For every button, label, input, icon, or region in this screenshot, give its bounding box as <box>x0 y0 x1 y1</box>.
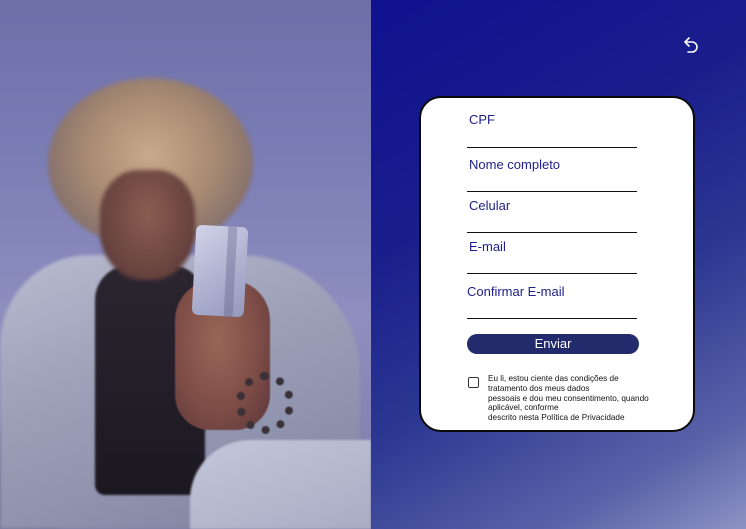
email-underline <box>467 273 637 274</box>
cpf-label: CPF <box>469 112 495 127</box>
confirm-email-label: Confirmar E-mail <box>467 284 565 299</box>
full-name-underline <box>467 191 637 192</box>
consent-line: aplicável, conforme <box>488 403 559 413</box>
confirm-email-field: Confirmar E-mail <box>467 284 639 320</box>
consent-line: pessoais e dou meu consentimento, quando <box>488 393 649 403</box>
phone-field: Celular <box>467 198 639 234</box>
photo-bracelet <box>236 372 294 434</box>
email-input[interactable] <box>467 253 639 271</box>
email-label: E-mail <box>469 239 506 254</box>
full-name-input[interactable] <box>467 173 639 191</box>
back-arrow-icon[interactable] <box>680 34 702 56</box>
consent-line: descrito nesta Política de Privacidade <box>488 413 625 423</box>
consent-checkbox[interactable] <box>468 377 479 388</box>
photo-jeans <box>190 440 371 529</box>
hero-photo <box>0 0 371 529</box>
consent-line: Eu li, estou ciente das condições de <box>488 374 619 383</box>
photo-face <box>100 170 195 280</box>
credit-card-image <box>191 224 249 318</box>
phone-label: Celular <box>469 198 511 213</box>
consent-line: tratamento dos meus dados <box>488 383 590 393</box>
confirm-email-input[interactable] <box>467 298 639 316</box>
confirm-email-underline <box>467 318 637 319</box>
cpf-field: CPF <box>467 112 639 148</box>
consent-text: Eu li, estou ciente das condições de tra… <box>488 374 678 423</box>
email-field: E-mail <box>467 239 639 275</box>
cpf-input[interactable] <box>467 128 639 146</box>
full-name-label: Nome completo <box>469 157 561 172</box>
full-name-field: Nome completo <box>467 157 639 193</box>
submit-button[interactable]: Enviar <box>467 334 639 354</box>
phone-input[interactable] <box>467 212 639 230</box>
phone-underline <box>467 232 637 233</box>
cpf-underline <box>467 147 637 148</box>
registration-form: CPF Nome completo Celular E-mail Confirm… <box>419 96 695 432</box>
